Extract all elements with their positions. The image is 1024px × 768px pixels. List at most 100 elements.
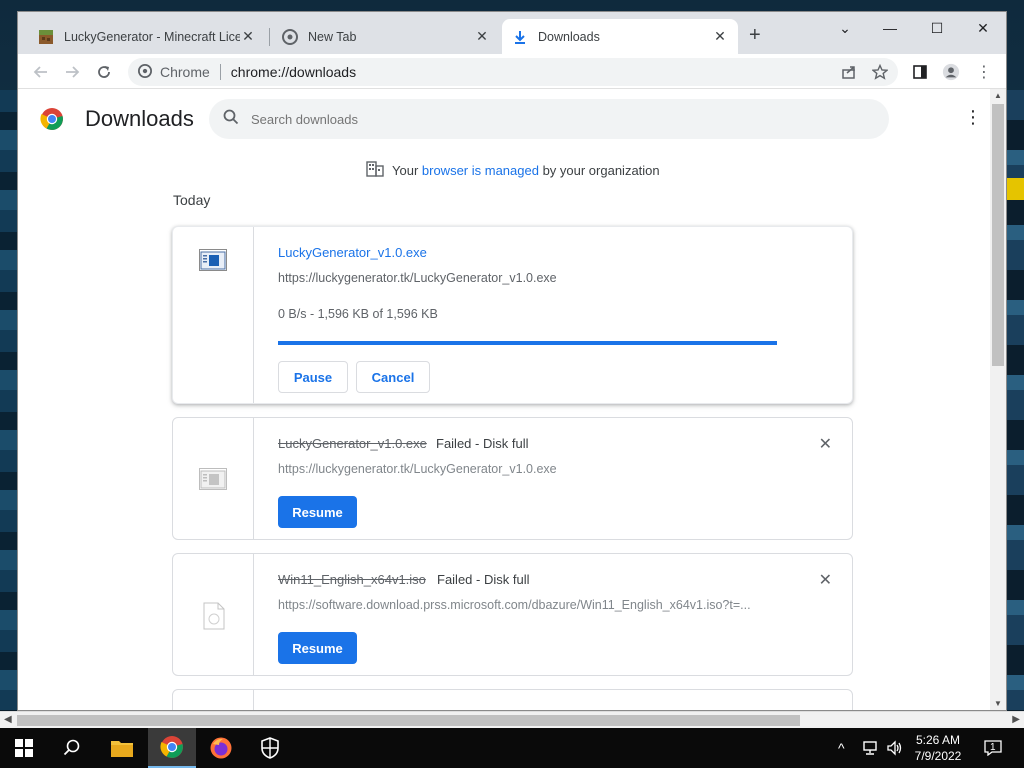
tab-new-tab[interactable]: New Tab ✕ (272, 19, 500, 54)
side-panel-icon[interactable] (911, 63, 929, 81)
start-windows-icon[interactable] (0, 728, 48, 768)
download-item: LuckyGenerator_v1.0.exe https://luckygen… (172, 226, 853, 404)
back-arrow-icon[interactable] (32, 63, 50, 81)
tab-title: LuckyGenerator - Minecraft Licen (64, 29, 240, 44)
resume-button[interactable]: Resume (278, 632, 357, 664)
clock-time: 5:26 AM (915, 733, 961, 747)
file-url[interactable]: https://luckygenerator.tk/LuckyGenerator… (278, 462, 778, 476)
tab-strip: LuckyGenerator - Minecraft Licen ✕ New T… (18, 12, 1006, 54)
tab-close-icon[interactable]: ✕ (474, 28, 490, 45)
progress-status: 0 B/s - 1,596 KB of 1,596 KB (278, 307, 438, 321)
tab-downloads[interactable]: Downloads ✕ (502, 19, 738, 54)
managed-link[interactable]: browser is managed (422, 163, 539, 178)
generic-file-icon (203, 602, 231, 630)
scroll-down-arrow-icon[interactable]: ▼ (994, 699, 1002, 708)
download-item-partial (172, 689, 853, 710)
minimize-icon[interactable]: — (875, 20, 905, 36)
omnibox-separator (219, 64, 221, 80)
window-close-icon[interactable]: ✕ (968, 20, 998, 37)
cancel-button[interactable]: Cancel (356, 361, 430, 393)
new-tab-plus-icon[interactable]: + (749, 25, 761, 45)
downloads-menu-icon[interactable]: ⋮ (964, 107, 982, 128)
browser-toolbar: Chrome chrome://downloads ⋮ (18, 54, 1006, 89)
search-box[interactable] (209, 99, 889, 139)
tab-search-chevron-icon[interactable]: ⌄ (830, 20, 860, 37)
browser-menu-icon[interactable]: ⋮ (975, 63, 993, 81)
browser-window: LuckyGenerator - Minecraft Licen ✕ New T… (17, 11, 1007, 711)
managed-suffix: by your organization (538, 163, 660, 178)
chrome-site-icon (138, 63, 152, 81)
file-icon-column (173, 227, 254, 403)
file-name-link[interactable]: LuckyGenerator_v1.0.exe (278, 245, 427, 260)
clock-date: 7/9/2022 (914, 749, 962, 763)
vertical-scrollbar[interactable]: ▲ ▼ (990, 89, 1006, 710)
remove-item-close-icon[interactable]: ✕ (819, 570, 832, 590)
file-url[interactable]: https://software.download.prss.microsoft… (278, 598, 778, 612)
file-explorer-icon[interactable] (98, 728, 146, 768)
file-icon-column (173, 690, 254, 710)
volume-icon[interactable] (886, 728, 904, 768)
exe-file-icon-greyed (199, 468, 227, 490)
horizontal-scrollbar-thumb[interactable] (17, 715, 800, 726)
scroll-left-arrow-icon[interactable]: ◀ (4, 714, 12, 725)
minecraft-block-icon (38, 29, 54, 45)
search-icon (223, 109, 239, 130)
share-icon[interactable] (840, 63, 858, 81)
address-bar[interactable]: Chrome chrome://downloads (128, 58, 898, 86)
forward-arrow-icon[interactable] (63, 63, 81, 81)
managed-prefix: Your (392, 163, 422, 178)
tab-close-icon[interactable]: ✕ (240, 28, 256, 45)
page-title: Downloads (85, 106, 194, 131)
desktop-wallpaper-left (0, 90, 18, 710)
tab-close-icon[interactable]: ✕ (712, 28, 728, 45)
tab-title: Downloads (538, 29, 600, 44)
progress-bar (278, 341, 777, 345)
file-name: LuckyGenerator_v1.0.exe (278, 436, 427, 451)
maximize-icon[interactable]: ☐ (922, 20, 952, 37)
managed-notice: Your browser is managed by your organiza… (366, 161, 660, 180)
file-icon-column (173, 554, 254, 675)
tab-title: New Tab (308, 29, 357, 44)
failure-status: Failed - Disk full (437, 572, 530, 587)
search-input[interactable] (251, 111, 851, 127)
site-label: Chrome (160, 64, 210, 80)
chrome-taskbar-icon[interactable] (148, 728, 196, 768)
chrome-logo-icon (40, 107, 64, 131)
file-url[interactable]: https://luckygenerator.tk/LuckyGenerator… (278, 271, 778, 285)
horizontal-scrollbar[interactable]: ◀ ▶ (0, 711, 1024, 728)
exe-file-icon (199, 249, 227, 271)
resume-button[interactable]: Resume (278, 496, 357, 528)
remove-item-close-icon[interactable]: ✕ (819, 434, 832, 454)
downloads-page: Downloads ⋮ Your browser is managed by y… (18, 89, 1006, 710)
taskbar: ^ 5:26 AM 7/9/2022 1 (0, 728, 1024, 768)
chrome-icon (282, 28, 298, 45)
tab-separator (269, 28, 270, 46)
building-icon (366, 161, 384, 180)
notification-center-icon[interactable]: 1 (984, 728, 1002, 768)
date-section-header: Today (173, 192, 211, 208)
profile-avatar-icon[interactable] (942, 63, 960, 81)
bookmark-star-icon[interactable] (871, 63, 889, 81)
pause-button[interactable]: Pause (278, 361, 348, 393)
download-icon (512, 29, 528, 45)
firefox-icon[interactable] (197, 728, 245, 768)
downloads-header: Downloads ⋮ (18, 89, 1006, 149)
file-icon-column (173, 418, 254, 539)
file-name: Win11_English_x64v1.iso (278, 572, 426, 587)
failure-status: Failed - Disk full (436, 436, 529, 451)
security-shield-icon[interactable] (246, 728, 294, 768)
search-taskbar-icon[interactable] (48, 728, 96, 768)
system-clock[interactable]: 5:26 AM 7/9/2022 (908, 732, 968, 764)
download-item: LuckyGenerator_v1.0.exe Failed - Disk fu… (172, 417, 853, 540)
download-item: Win11_English_x64v1.iso Failed - Disk fu… (172, 553, 853, 676)
network-icon[interactable] (862, 728, 880, 768)
notification-count: 1 (990, 741, 996, 753)
show-hidden-icons-chevron-icon[interactable]: ^ (838, 728, 845, 768)
scroll-up-arrow-icon[interactable]: ▲ (994, 91, 1002, 100)
reload-icon[interactable] (95, 63, 113, 81)
desktop-wallpaper-accent (1006, 178, 1024, 200)
scroll-right-arrow-icon[interactable]: ▶ (1012, 714, 1020, 725)
tab-luckygenerator[interactable]: LuckyGenerator - Minecraft Licen ✕ (28, 19, 266, 54)
scrollbar-thumb[interactable] (992, 104, 1004, 366)
progress-bar-fill (278, 341, 777, 345)
